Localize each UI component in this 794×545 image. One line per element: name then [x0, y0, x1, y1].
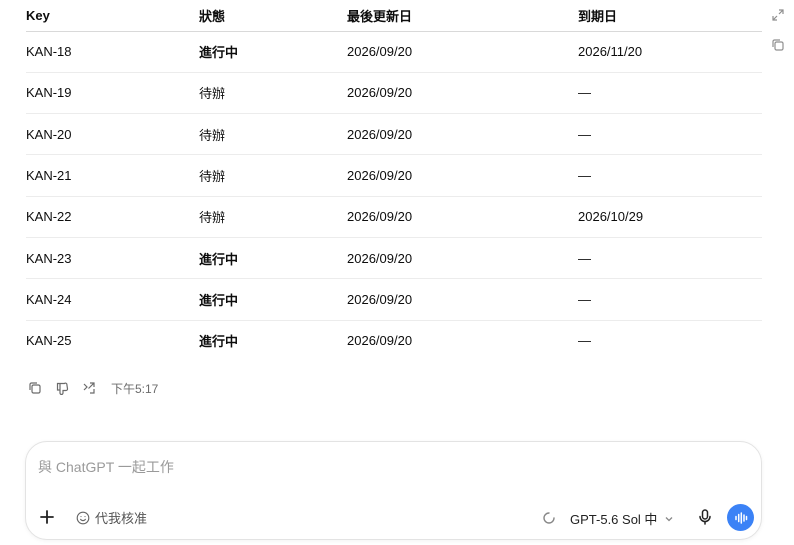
cell-updated: 2026/09/20	[347, 72, 578, 115]
loading-spinner-icon	[543, 512, 555, 524]
table-row: KAN-19 待辦 2026/09/20—	[26, 72, 762, 115]
model-label: GPT-5.6 Sol 中	[570, 512, 658, 527]
prompt-input[interactable]	[38, 459, 638, 475]
message-timestamp: 下午5:17	[111, 381, 159, 396]
cell-key: KAN-25	[26, 333, 72, 349]
share-icon[interactable]	[82, 381, 96, 395]
add-attachment-icon[interactable]	[38, 508, 56, 526]
cell-status: 進行中	[199, 31, 347, 73]
cell-key: KAN-22	[26, 196, 199, 238]
cell-updated: 2026/09/20	[347, 237, 578, 280]
cell-key: KAN-23	[26, 237, 199, 280]
waveform-icon	[734, 511, 747, 524]
header-status: 狀態	[199, 0, 347, 32]
cell-updated: 2026/09/20	[347, 31, 578, 73]
header-due: 到期日	[578, 0, 762, 32]
cell-due: —	[578, 237, 762, 280]
table-row: KAN-21 待辦 2026/09/20—	[26, 154, 762, 197]
table-row: KAN-24 進行中 2026/09/20—	[26, 278, 762, 321]
table-row: KAN-18 進行中 2026/09/20 2026/11/20	[26, 31, 762, 73]
cell-due: —	[578, 72, 762, 115]
auto-approve-icon	[76, 511, 90, 524]
cell-updated: 2026/09/20	[347, 278, 578, 321]
expand-icon[interactable]	[771, 8, 785, 22]
results-table: Key 狀態 最後更新日 到期日 KAN-18 進行中 2026/09/20 2026…	[26, 0, 762, 361]
table-row: KAN-22 待辦 2026/09/20 2026/10/29	[26, 196, 762, 238]
results-table-container: Key 狀態 最後更新日 到期日 KAN-18 進行中 2026/09/20 2026…	[26, 0, 762, 361]
cell-due: —	[578, 113, 762, 156]
auto-approve-label: 代我核准	[95, 511, 148, 526]
message-actions: 下午5:17	[28, 379, 158, 397]
table-corner-tools	[771, 8, 785, 68]
cell-updated: 2026/09/20	[347, 113, 578, 156]
table-header-row: Key 狀態 最後更新日 到期日	[26, 0, 762, 32]
cell-updated: 2026/09/20	[347, 196, 578, 238]
chevron-down-icon	[665, 516, 673, 521]
auto-approve-button[interactable]: 代我核准	[76, 508, 147, 527]
cell-key: KAN-19	[26, 72, 199, 115]
model-selector[interactable]: GPT-5.6 Sol 中	[570, 509, 674, 528]
table-row: KAN-25 進行中 2026/09/20 —	[26, 320, 762, 361]
cell-due: 2026/10/29	[578, 196, 762, 238]
cell-due: —	[578, 154, 762, 197]
cell-due: —	[578, 333, 591, 349]
microphone-icon[interactable]	[697, 508, 713, 526]
voice-mode-button[interactable]	[727, 504, 754, 531]
copy-table-icon[interactable]	[771, 38, 785, 52]
cell-updated: 2026/09/20	[347, 154, 578, 197]
composer: 代我核准 GPT-5.6 Sol 中	[25, 441, 762, 540]
cell-status: 待辦	[199, 72, 347, 115]
cell-status: 待辦	[199, 196, 347, 238]
cell-status: 進行中	[199, 237, 347, 280]
cell-due: 2026/11/20	[578, 31, 762, 73]
cell-key: KAN-20	[26, 113, 199, 156]
cell-key: KAN-18	[26, 31, 199, 73]
header-updated: 最後更新日	[347, 0, 578, 32]
cell-due: —	[578, 278, 762, 321]
cell-status: 進行中	[199, 334, 239, 350]
cell-key: KAN-21	[26, 154, 199, 197]
dislike-icon[interactable]	[55, 381, 69, 395]
table-row: KAN-20 待辦 2026/09/20—	[26, 113, 762, 156]
table-row: KAN-23 進行中 2026/09/20—	[26, 237, 762, 280]
cell-status: 待辦	[199, 154, 347, 197]
cell-status: 進行中	[199, 278, 347, 321]
cell-key: KAN-24	[26, 278, 199, 321]
copy-icon[interactable]	[28, 381, 42, 395]
header-key: Key	[26, 0, 199, 32]
cell-status: 待辦	[199, 113, 347, 156]
cell-updated: 2026/09/20	[347, 333, 413, 349]
